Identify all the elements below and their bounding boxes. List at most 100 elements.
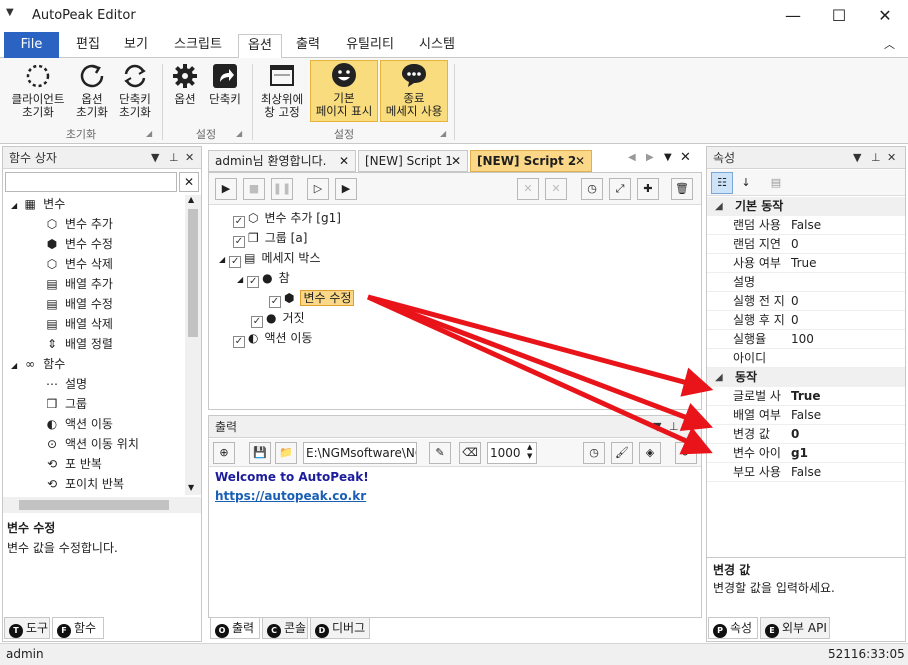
tree-item[interactable]: ⟲ 포이치 반복 bbox=[45, 475, 124, 492]
tab-external-api[interactable]: E 외부 API bbox=[760, 617, 830, 639]
show-default-page-button[interactable]: 기본 페이지 표시 bbox=[310, 60, 378, 122]
property-value[interactable]: True bbox=[791, 387, 820, 406]
clear-brush-icon[interactable]: ✎ bbox=[429, 442, 451, 464]
play-icon[interactable]: ▶ bbox=[215, 178, 237, 200]
line-checkbox[interactable]: ✓ bbox=[269, 296, 281, 308]
tab-system[interactable]: 시스템 bbox=[408, 34, 466, 58]
delete-icon[interactable]: 🗑 bbox=[671, 178, 693, 200]
property-pages-icon[interactable]: ▤ bbox=[765, 172, 787, 194]
new-log-icon[interactable]: ⊕ bbox=[213, 442, 235, 464]
tree-item[interactable]: ⬢ 변수 수정 bbox=[45, 235, 113, 252]
scroll-down-icon[interactable]: ▼ bbox=[188, 483, 194, 492]
scrollbar-thumb[interactable] bbox=[19, 500, 169, 510]
refresh-icon[interactable]: ⟳ bbox=[675, 442, 697, 464]
quick-access-menu-icon[interactable]: ▼ bbox=[6, 7, 14, 18]
step-play-icon[interactable]: ▷ bbox=[307, 178, 329, 200]
property-row[interactable]: 랜덤 사용 False bbox=[707, 216, 905, 235]
tree-item[interactable]: ◢ ∞ 함수 bbox=[11, 355, 65, 372]
line-checkbox[interactable]: ✓ bbox=[233, 336, 245, 348]
script-line[interactable]: ◢ ✓ ● 참 bbox=[237, 269, 290, 288]
tab-output-log[interactable]: O 출력 bbox=[210, 617, 260, 639]
script-line[interactable]: ✓ ❒ 그룹 [a] bbox=[233, 229, 307, 248]
panel-menu-icon[interactable]: ▼ bbox=[653, 416, 661, 438]
property-row[interactable]: 변수 아이 g1 bbox=[707, 444, 905, 463]
script-line[interactable]: ✓ ⬡ 변수 추가 [g1] bbox=[233, 209, 341, 228]
reset-shortcuts-button[interactable]: 단축키 초기화 bbox=[114, 62, 156, 124]
reset-client-button[interactable]: 클라이언트 초기화 bbox=[6, 62, 70, 124]
minimize-button[interactable]: — bbox=[770, 0, 816, 32]
tree-expand-icon[interactable]: ◢ bbox=[11, 361, 17, 370]
tab-list-icon[interactable]: ▼ bbox=[664, 152, 672, 163]
stepper-arrows-icon[interactable]: ▲ ▼ bbox=[527, 443, 532, 461]
tree-item[interactable]: ◐ 액션 이동 bbox=[45, 415, 113, 432]
scrollbar-thumb[interactable] bbox=[188, 209, 198, 337]
property-row[interactable]: 실행 전 지 0 bbox=[707, 292, 905, 311]
play-next-icon[interactable]: ▶ bbox=[335, 178, 357, 200]
group-launcher-icon[interactable]: ◢ bbox=[440, 129, 446, 138]
panel-close-icon[interactable]: ✕ bbox=[887, 147, 896, 169]
tab-options[interactable]: 옵션 bbox=[238, 34, 282, 59]
close-document-icon[interactable]: ✕ bbox=[680, 150, 691, 165]
close-tab-icon[interactable]: ✕ bbox=[451, 151, 461, 171]
tree-item[interactable]: ⊙ 액션 이동 위치 bbox=[45, 435, 139, 452]
property-row[interactable]: 부모 사용 False bbox=[707, 463, 905, 482]
line-checkbox[interactable]: ✓ bbox=[251, 316, 263, 328]
disabled-close-icon[interactable]: ✕ bbox=[545, 178, 567, 200]
line-checkbox[interactable]: ✓ bbox=[229, 256, 242, 268]
property-category[interactable]: ◢ 동작 bbox=[707, 368, 905, 387]
property-value[interactable]: True bbox=[791, 254, 817, 273]
doc-tab-welcome[interactable]: admin님 환영합니다. ✕ bbox=[208, 150, 356, 172]
script-line[interactable]: ◢ ✓ ▤ 메세지 박스 bbox=[219, 249, 321, 268]
category-toggle-icon[interactable]: ◢ bbox=[715, 368, 723, 387]
tab-utility[interactable]: 유틸리티 bbox=[336, 34, 404, 58]
tab-debug[interactable]: D 디버그 bbox=[310, 617, 370, 639]
fill-bucket-icon[interactable]: ◈ bbox=[639, 442, 661, 464]
tree-item[interactable]: ❒ 그룹 bbox=[45, 395, 87, 412]
always-on-top-button[interactable]: 최상위에 창 고정 bbox=[256, 62, 308, 124]
panel-close-icon[interactable]: ✕ bbox=[185, 147, 194, 169]
exit-message-button[interactable]: 종료 메세지 사용 bbox=[380, 60, 448, 122]
tree-scrollbar[interactable]: ▲ ▼ bbox=[185, 195, 201, 495]
property-value[interactable]: False bbox=[791, 463, 821, 482]
property-row[interactable]: 사용 여부 True bbox=[707, 254, 905, 273]
script-line[interactable]: ✓ ● 거짓 bbox=[251, 309, 305, 328]
timer-icon[interactable]: ◷ bbox=[581, 178, 603, 200]
tab-scroll-right-icon[interactable]: ▶ bbox=[646, 152, 654, 163]
tree-expand-icon[interactable]: ◢ bbox=[237, 275, 243, 284]
expand-icon[interactable]: ⤢ bbox=[609, 178, 631, 200]
property-row[interactable]: 실행 후 지 0 bbox=[707, 311, 905, 330]
property-value[interactable]: 0 bbox=[791, 425, 799, 444]
tab-edit[interactable]: 편집 bbox=[66, 34, 110, 58]
collapse-ribbon-icon[interactable]: ︿ bbox=[884, 36, 895, 52]
panel-close-icon[interactable]: ✕ bbox=[685, 416, 694, 438]
property-value[interactable]: 0 bbox=[791, 311, 799, 330]
tab-properties[interactable]: P 속성 bbox=[708, 617, 758, 639]
property-row[interactable]: 변경 값 0 bbox=[707, 425, 905, 444]
group-launcher-icon[interactable]: ◢ bbox=[236, 129, 242, 138]
log-path-input[interactable]: E:\NGMsoftware\NG bbox=[303, 442, 417, 464]
category-toggle-icon[interactable]: ◢ bbox=[715, 197, 723, 216]
panel-menu-icon[interactable]: ▼ bbox=[151, 147, 159, 169]
pin-icon[interactable]: ⊥ bbox=[169, 147, 179, 169]
clock-icon[interactable]: ◷ bbox=[583, 442, 605, 464]
tree-item[interactable]: ▤ 배열 삭제 bbox=[45, 315, 113, 332]
tree-item[interactable]: ◢ ▦ 변수 bbox=[11, 195, 65, 212]
reset-options-button[interactable]: 옵션 초기화 bbox=[72, 62, 112, 124]
tab-file[interactable]: File bbox=[4, 32, 59, 58]
property-row[interactable]: 설명 bbox=[707, 273, 905, 292]
close-tab-icon[interactable]: ✕ bbox=[339, 151, 349, 171]
scroll-up-icon[interactable]: ▲ bbox=[188, 195, 194, 204]
property-row[interactable]: 아이디 bbox=[707, 349, 905, 368]
tab-script[interactable]: 스크립트 bbox=[162, 34, 234, 58]
property-value[interactable]: 0 bbox=[791, 235, 799, 254]
tree-item[interactable]: ⬡ 변수 추가 bbox=[45, 215, 113, 232]
shortcuts-button[interactable]: 단축키 bbox=[204, 62, 246, 124]
stop-icon[interactable]: ■ bbox=[243, 178, 265, 200]
property-row[interactable]: 배열 여부 False bbox=[707, 406, 905, 425]
doc-tab-script2[interactable]: [NEW] Script 2 ✕ bbox=[470, 150, 592, 172]
property-value[interactable]: 0 bbox=[791, 292, 799, 311]
doc-tab-script1[interactable]: [NEW] Script 1 ✕ bbox=[358, 150, 468, 172]
tree-hscrollbar[interactable] bbox=[3, 497, 201, 513]
save-icon[interactable]: 💾 bbox=[249, 442, 271, 464]
property-value[interactable]: False bbox=[791, 406, 821, 425]
